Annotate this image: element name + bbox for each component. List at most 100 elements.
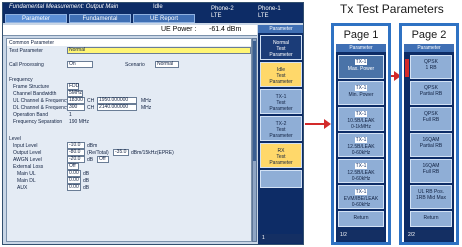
dl-channel-field[interactable]: 300 <box>67 104 85 111</box>
dl-channel-label: DL Channel & Frequency <box>13 105 69 111</box>
page2-btn-16qam-partial[interactable]: 16QAM Partial RB <box>410 133 452 157</box>
idle-status: Idle <box>153 4 163 10</box>
test-parameter-field[interactable]: Normal <box>67 47 251 54</box>
tab-bar: Parameter Fundamental UE Report <box>5 14 195 23</box>
common-parameter-header: Common Parameter <box>9 40 55 46</box>
parameter-scrollbar[interactable] <box>252 38 257 242</box>
softkey-column: Parameter Normal Test Parameter Idle Tes… <box>258 25 303 244</box>
phone-2-status: Phone-2 LTE <box>211 6 234 19</box>
scrollbar-thumb[interactable] <box>253 41 256 161</box>
input-level-field[interactable]: -10.0 <box>67 142 85 149</box>
page1-header: Parameter <box>336 44 386 52</box>
softkey-blank[interactable] <box>260 170 302 188</box>
awgn-level-field[interactable]: -20.0 <box>67 156 85 163</box>
dl-frequency-field[interactable]: 2140.000000 <box>97 104 137 111</box>
tab-fundamental[interactable]: Fundamental <box>69 14 131 23</box>
page2-btn-qpsk-full[interactable]: QPSK Full RB <box>410 107 452 131</box>
input-level-label: Input Level <box>13 143 38 149</box>
main-dl-field[interactable]: 0.00 <box>67 177 81 184</box>
page2-btn-qpsk-partial[interactable]: QPSK Partial RB <box>410 81 452 105</box>
window-header: Fundamental Measurement: Output Main Idl… <box>3 3 303 23</box>
arrow-to-page1-line <box>305 123 325 125</box>
awgn-unit: dB <box>87 157 94 163</box>
page2-btn-16qam-full[interactable]: 16QAM Full RB <box>410 159 452 183</box>
softkey-rx-test[interactable]: RX Test Parameter <box>260 143 302 168</box>
page1-footer: 1/2 <box>338 230 384 240</box>
scenario-field[interactable]: Normal <box>155 61 179 68</box>
parameter-area: Common Parameter Test Parameter Normal C… <box>6 38 252 242</box>
page1-title: Page 1 <box>343 29 379 41</box>
page1-btn-3[interactable]: TX-1 10.5B/LEAK 0-1kMHz <box>338 107 384 131</box>
softkey-tx1-test[interactable]: TX-1 Test Parameter <box>260 89 302 114</box>
main-dl-unit: dB <box>83 178 90 184</box>
page1-softkeys: Parameter TX-1 Max. Power TX-1 Min. Power … <box>336 44 386 242</box>
channel-bandwidth-label: Channel Bandwidth <box>13 91 57 97</box>
input-level-unit: dBm <box>87 143 98 149</box>
ul-channel-field[interactable]: 18300 <box>67 97 85 104</box>
ue-power-row: UE Power : -61.4 dBm <box>3 25 257 36</box>
page1-btn-5[interactable]: TX-1 12.5B/LEAK 0-60kHz <box>338 159 384 183</box>
awgn-state-field[interactable]: Off <box>97 156 109 163</box>
main-ul-unit: dB <box>83 171 90 177</box>
aux-label: AUX <box>17 185 28 191</box>
external-loss-field[interactable]: Off <box>67 163 79 170</box>
main-ul-label: Main UL <box>17 171 36 177</box>
page2-title: Page 2 <box>411 29 447 41</box>
page2-selected-marker <box>405 59 409 77</box>
softkey-tx2-test[interactable]: TX-2 Test Parameter <box>260 116 302 141</box>
softkey-header: Parameter <box>258 25 303 33</box>
ul-channel-label: UL Channel & Frequency <box>13 98 69 104</box>
output-total-field[interactable]: -35.0 <box>113 149 129 156</box>
page1-btn-min-power[interactable]: TX-1 Min. Power <box>338 81 384 105</box>
output-total-unit: dBm/15kHz(EPRE) <box>131 150 174 156</box>
page2-panel: Page 2 Parameter QPSK 1 RB QPSK Partial … <box>399 23 459 245</box>
page1-btn-6[interactable]: TX-1 EVM/IBE/LEAK 0-60kHz <box>338 185 384 209</box>
main-instrument-window: Fundamental Measurement: Output Main Idl… <box>2 2 304 245</box>
aux-field[interactable]: 0.00 <box>67 184 81 191</box>
operation-band-label: Operation Band <box>13 112 49 118</box>
external-loss-label: External Loss <box>13 164 44 170</box>
page1-btn-max-power[interactable]: TX-1 Max. Power <box>338 55 384 79</box>
page2-btn-qpsk-1rb[interactable]: QPSK 1 RB <box>410 55 452 79</box>
page2-footer: 2/2 <box>406 230 452 240</box>
page1-btn-4[interactable]: TX-1 12.5B/LEAK 0-60kHz <box>338 133 384 157</box>
arrow-to-page1-head <box>324 119 331 129</box>
frequency-separation-value: 190 MHz <box>69 119 90 125</box>
page1-panel: Page 1 Parameter TX-1 Max. Power TX-1 Min.… <box>331 23 391 245</box>
ul-frequency-field[interactable]: 1950.000000 <box>97 97 137 104</box>
tx-test-parameters-title: Tx Test Parameters <box>340 2 444 16</box>
frequency-header: Frequency <box>9 77 33 83</box>
frequency-separation-label: Frequency Separation <box>13 119 63 125</box>
ul-ch-unit: CH <box>87 98 95 104</box>
page2-softkeys: Parameter QPSK 1 RB QPSK Partial RB QPSK… <box>404 44 454 242</box>
output-level-field[interactable]: -80.0 <box>67 149 85 156</box>
page1-return-button[interactable]: Return <box>338 211 384 227</box>
test-parameter-label: Test Parameter <box>9 48 43 54</box>
main-dl-label: Main DL <box>17 178 36 184</box>
page2-btn-ul-rb-pos[interactable]: UL RB Pos. 1RB Mid Max <box>410 185 452 209</box>
page2-return-button[interactable]: Return <box>410 211 452 227</box>
operation-band-value: 1 <box>69 112 72 118</box>
tab-ue-report[interactable]: UE Report <box>133 14 195 23</box>
dl-mhz-unit: MHz <box>141 105 152 111</box>
channel-bandwidth-field[interactable]: 5MHz <box>67 90 83 97</box>
frame-structure-label: Frame Structure <box>13 84 50 90</box>
ul-mhz-unit: MHz <box>141 98 152 104</box>
softkey-footer: 1 <box>260 234 302 243</box>
page2-header: Parameter <box>404 44 454 52</box>
frame-structure-field[interactable]: FDD <box>67 83 79 90</box>
scenario-label: Scenario <box>125 62 145 68</box>
measurement-status: Fundamental Measurement: Output Main <box>9 4 119 10</box>
main-ul-field[interactable]: 0.00 <box>67 170 81 177</box>
aux-unit: dB <box>83 185 90 191</box>
softkey-idle-test[interactable]: Idle Test Parameter <box>260 62 302 87</box>
tab-parameter[interactable]: Parameter <box>5 14 67 23</box>
level-header: Level <box>9 136 21 142</box>
call-processing-field[interactable]: On <box>67 61 93 68</box>
output-level-label: Output Level <box>13 150 42 156</box>
dl-ch-unit: CH <box>87 105 95 111</box>
ue-power-label: UE Power : <box>161 26 197 33</box>
phone-1-status: Phone-1 LTE <box>258 6 281 19</box>
softkey-normal-test[interactable]: Normal Test Parameter <box>260 35 302 60</box>
call-processing-label: Call Processing <box>9 62 44 68</box>
